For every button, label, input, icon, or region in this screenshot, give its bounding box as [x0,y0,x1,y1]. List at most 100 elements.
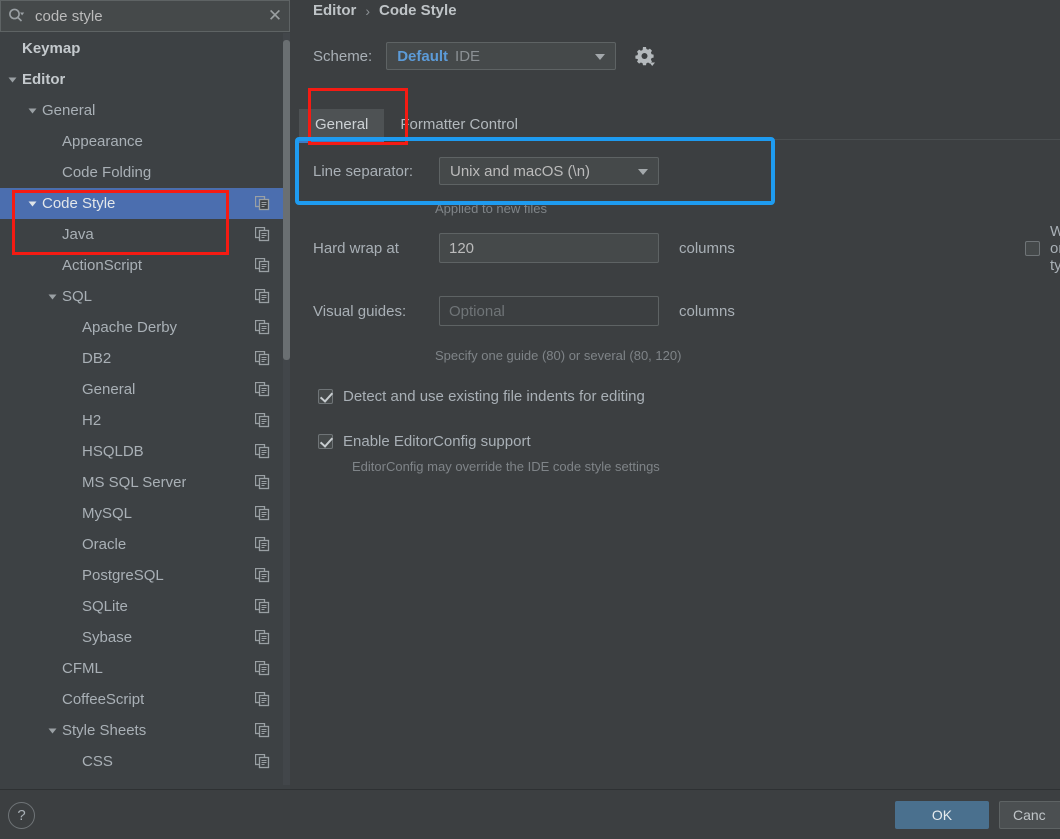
search-icon[interactable] [1,1,31,31]
sidebar-item-coffeescript[interactable]: CoffeeScript [0,684,290,715]
hard-wrap-input[interactable] [439,233,659,263]
clear-search-icon[interactable]: ✕ [261,1,289,31]
sidebar-item-keymap[interactable]: Keymap [0,33,290,64]
editorconfig-checkbox[interactable]: Enable EditorConfig support [318,433,531,450]
sidebar-item-editor[interactable]: Editor [0,64,290,95]
line-separator-value: Unix and macOS (\n) [450,162,591,180]
copy-scheme-icon[interactable] [254,753,270,769]
expand-arrow-icon[interactable] [48,294,57,299]
hard-wrap-label: Hard wrap at [313,239,399,257]
sidebar-item-sybase[interactable]: Sybase [0,622,290,653]
search-box[interactable]: ✕ [0,0,290,32]
expand-arrow-icon[interactable] [8,77,17,82]
expand-arrow-icon[interactable] [48,728,57,733]
tab-label: Formatter Control [400,116,518,133]
expand-arrow-icon[interactable] [28,108,37,113]
copy-scheme-icon[interactable] [254,257,270,273]
sidebar-item-h2[interactable]: H2 [0,405,290,436]
hard-wrap-unit: columns [679,239,735,257]
copy-scheme-icon[interactable] [254,195,270,211]
ok-button[interactable]: OK [895,801,989,829]
visual-guides-input[interactable] [439,296,659,326]
copy-scheme-icon[interactable] [254,598,270,614]
sidebar-item-label: PostgreSQL [82,567,164,584]
dialog-footer: ? OK Canc [0,789,1060,839]
copy-scheme-icon[interactable] [254,691,270,707]
copy-scheme-icon[interactable] [254,567,270,583]
wrap-on-typing-checkbox[interactable]: Wrap on typing [1025,223,1060,274]
applied-to-new-files-hint: Applied to new files [435,201,548,216]
sidebar-scrollbar-thumb[interactable] [283,40,290,360]
visual-guides-label: Visual guides: [313,302,407,320]
sidebar-item-oracle[interactable]: Oracle [0,529,290,560]
sidebar-item-label: CoffeeScript [62,691,145,708]
sidebar-item-code-folding[interactable]: Code Folding [0,157,290,188]
chevron-down-icon [638,169,648,175]
line-separator-dropdown[interactable]: Unix and macOS (\n) [439,157,659,185]
gear-icon[interactable] [633,44,657,68]
copy-scheme-icon[interactable] [254,381,270,397]
sidebar-item-mysql[interactable]: MySQL [0,498,290,529]
sidebar-item-cfml[interactable]: CFML [0,653,290,684]
editorconfig-label: Enable EditorConfig support [343,433,531,450]
sidebar-item-general[interactable]: General [0,95,290,126]
copy-scheme-icon[interactable] [254,505,270,521]
sidebar-item-code-style[interactable]: Code Style [0,188,290,219]
sidebar-item-postgresql[interactable]: PostgreSQL [0,560,290,591]
settings-tabs: General Formatter Control [299,105,1060,143]
sidebar-item-label: Appearance [62,133,143,150]
sidebar-item-apache-derby[interactable]: Apache Derby [0,312,290,343]
cancel-button[interactable]: Canc [999,801,1060,829]
checkbox-box[interactable] [318,389,333,404]
help-button[interactable]: ? [8,802,35,829]
line-separator-label: Line separator: [313,162,414,180]
copy-scheme-icon[interactable] [254,660,270,676]
sidebar-item-label: General [82,381,136,398]
sidebar-item-hsqldb[interactable]: HSQLDB [0,436,290,467]
copy-scheme-icon[interactable] [254,226,270,242]
sidebar-item-java[interactable]: Java [0,219,290,250]
copy-scheme-icon[interactable] [254,350,270,366]
checkbox-box[interactable] [318,434,333,449]
scheme-name: Default [397,47,449,65]
sidebar-item-db2[interactable]: DB2 [0,343,290,374]
copy-scheme-icon[interactable] [254,288,270,304]
copy-scheme-icon[interactable] [254,629,270,645]
breadcrumb-parent[interactable]: Editor [313,2,356,19]
copy-scheme-icon[interactable] [254,443,270,459]
sidebar-item-label: CFML [62,660,103,677]
detect-indents-label: Detect and use existing file indents for… [343,388,645,405]
line-separator-row: Line separator: Unix and macOS (\n) [313,157,659,185]
copy-scheme-icon[interactable] [254,412,270,428]
sidebar-item-ms-sql-server[interactable]: MS SQL Server [0,467,290,498]
sidebar-item-sql[interactable]: SQL [0,281,290,312]
copy-scheme-icon[interactable] [254,474,270,490]
sidebar-item-appearance[interactable]: Appearance [0,126,290,157]
sidebar-item-label: MySQL [82,505,133,522]
sidebar-item-css[interactable]: CSS [0,746,290,777]
sidebar-item-style-sheets[interactable]: Style Sheets [0,715,290,746]
detect-indents-checkbox[interactable]: Detect and use existing file indents for… [318,388,645,405]
sidebar-item-label: Keymap [22,40,81,57]
tab-formatter-control[interactable]: Formatter Control [384,109,534,141]
tab-general[interactable]: General [299,109,385,143]
expand-arrow-icon[interactable] [28,201,37,206]
sidebar-item-sqlite[interactable]: SQLite [0,591,290,622]
breadcrumb: Editor › Code Style [313,2,457,19]
scheme-dropdown[interactable]: Default IDE [386,42,617,70]
visual-guides-unit: columns [679,302,735,320]
copy-scheme-icon[interactable] [254,319,270,335]
sidebar-item-label: MS SQL Server [82,474,187,491]
sidebar-item-label: Java [62,226,94,243]
settings-main-panel: Editor › Code Style Scheme: Default IDE … [290,0,1060,789]
sidebar-item-general[interactable]: General [0,374,290,405]
checkbox-box[interactable] [1025,240,1040,256]
sidebar-item-actionscript[interactable]: ActionScript [0,250,290,281]
search-input[interactable] [31,7,261,25]
settings-dialog: ✕ Keymap Editor General Appearance Code Fold… [0,0,1060,839]
tab-label: General [315,116,369,133]
scheme-sublabel: IDE [455,47,481,65]
breadcrumb-current: Code Style [379,2,457,19]
copy-scheme-icon[interactable] [254,722,270,738]
copy-scheme-icon[interactable] [254,536,270,552]
